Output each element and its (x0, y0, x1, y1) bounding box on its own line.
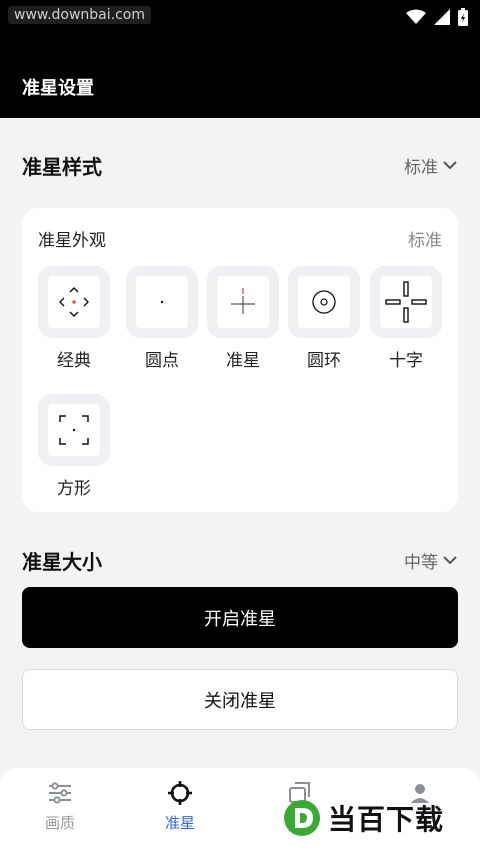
dot-crosshair-icon (160, 300, 164, 304)
crosshair-style-title: 准星样式 (22, 154, 102, 179)
wifi-icon (406, 9, 426, 24)
crosshair-style-header: 准星样式 标准 (22, 150, 458, 180)
crosshair-icon (168, 781, 192, 805)
option-label: 圆环 (307, 351, 341, 371)
square-crosshair-icon (59, 415, 89, 445)
app-bar: 准星设置 (0, 34, 480, 118)
option-label: 十字 (389, 351, 423, 371)
battery-charging-icon (458, 8, 468, 26)
appearance-value: 标准 (408, 231, 442, 251)
tab-label: 准星 (164, 814, 195, 832)
d-logo-icon (284, 800, 320, 836)
crosshair-size-title: 准星大小 (22, 549, 102, 574)
crosshair-size-value: 中等 (404, 552, 438, 573)
chevron-down-icon (443, 161, 457, 170)
chevron-down-icon (443, 556, 457, 565)
thick-cross-crosshair-icon (385, 281, 427, 323)
option-classic[interactable]: 经典 (38, 266, 110, 371)
enable-crosshair-button[interactable]: 开启准星 (22, 587, 458, 648)
sliders-icon (49, 782, 71, 804)
brand-watermark: 当百下载 (282, 798, 444, 838)
option-label: 准星 (226, 351, 260, 371)
crosshair-style-value: 标准 (404, 157, 438, 178)
option-square[interactable]: 方形 (38, 394, 110, 499)
tab-label: 画质 (44, 814, 75, 832)
content-area: 准星样式 标准 准星外观 标准 经典 圆点 准星 圆环 十字 方形 准星大小 中… (0, 118, 480, 768)
page-title: 准星设置 (22, 78, 94, 99)
tab-crosshair[interactable]: 准星 (140, 778, 220, 833)
option-ring[interactable]: 圆环 (288, 266, 360, 371)
classic-crosshair-icon (59, 287, 89, 317)
cross-crosshair-icon (231, 288, 255, 314)
crosshair-size-header: 准星大小 中等 (22, 545, 458, 575)
option-cross[interactable]: 准星 (207, 266, 279, 371)
ring-crosshair-icon (312, 290, 336, 314)
crosshair-style-dropdown[interactable]: 标准 (404, 153, 458, 178)
signal-icon (434, 9, 450, 25)
status-icons (406, 8, 468, 26)
status-bar: www.downbai.com (0, 0, 480, 34)
option-thick-cross[interactable]: 十字 (370, 266, 442, 371)
tab-quality[interactable]: 画质 (20, 778, 100, 833)
watermark-url: www.downbai.com (8, 6, 151, 24)
disable-crosshair-button[interactable]: 关闭准星 (22, 669, 458, 730)
brand-text: 当百下载 (328, 803, 445, 836)
option-dot[interactable]: 圆点 (126, 266, 198, 371)
option-label: 圆点 (145, 351, 179, 371)
appearance-title: 准星外观 (38, 231, 106, 251)
crosshair-appearance-card: 准星外观 标准 经典 圆点 准星 圆环 十字 方形 (22, 208, 458, 512)
option-label: 经典 (57, 351, 91, 371)
option-label: 方形 (57, 479, 91, 499)
crosshair-size-dropdown[interactable]: 中等 (404, 548, 458, 573)
